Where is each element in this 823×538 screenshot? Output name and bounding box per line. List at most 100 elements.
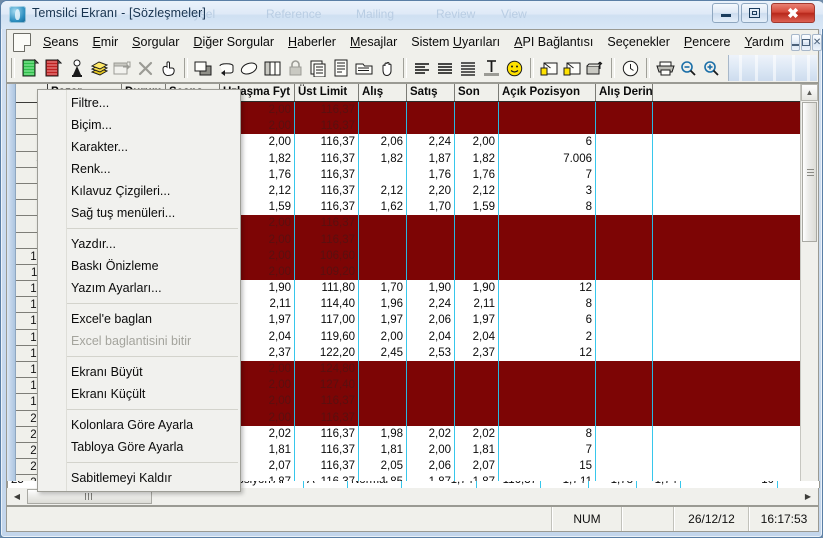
scroll-right-arrow-icon[interactable]: ▶ [800, 489, 816, 504]
cell-satis[interactable]: 2,06 [407, 312, 455, 329]
cell-acik[interactable]: 8 [499, 425, 596, 442]
cell-acik[interactable] [499, 102, 596, 119]
cell-son[interactable]: 1,76 [455, 166, 499, 183]
cell-derin[interactable] [596, 441, 653, 459]
cell-alis[interactable] [359, 215, 407, 232]
cell-satis[interactable]: 2,24 [407, 134, 455, 151]
menu-yardim[interactable]: Yardım [738, 32, 791, 52]
cell-alis[interactable] [359, 377, 407, 394]
cell-ust[interactable]: 111,80 [295, 280, 359, 297]
cell-alis[interactable]: 2,05 [359, 458, 407, 475]
cell-son[interactable]: 2,00 [455, 134, 499, 151]
cell-alis[interactable] [359, 118, 407, 135]
title-bar[interactable]: Aysel Reference Mailing Review View Tems… [1, 1, 823, 29]
cell-ust[interactable]: 116,37 [295, 166, 359, 183]
cell-ust[interactable]: 116,37 [295, 441, 359, 459]
cell-son[interactable] [455, 377, 499, 394]
cell-ust[interactable]: 119,60 [295, 328, 359, 345]
cell-satis[interactable]: 2,24 [407, 296, 455, 313]
cell-ust[interactable]: 122,20 [295, 344, 359, 361]
cell-ust[interactable]: 116,37 [295, 134, 359, 151]
zoom-in-icon[interactable] [700, 57, 723, 80]
cell-son[interactable]: 2,04 [455, 328, 499, 345]
cell-acik[interactable]: 8 [499, 296, 596, 313]
cell-alis[interactable]: 1,81 [359, 441, 407, 459]
cell-ust[interactable]: 116,37 [295, 199, 359, 216]
context-menu-item[interactable]: Filtre... [38, 92, 240, 114]
ellipse-icon[interactable] [238, 57, 261, 80]
cell-satis[interactable] [407, 215, 455, 232]
cell-alis[interactable]: 2,00 [359, 328, 407, 345]
cell-satis[interactable]: 1,90 [407, 280, 455, 297]
cell-alis[interactable] [359, 263, 407, 281]
cell-son[interactable]: 2,02 [455, 425, 499, 442]
cell-ust[interactable]: 116,37 [295, 118, 359, 135]
grab-hand-icon[interactable] [376, 57, 399, 80]
cell-derin[interactable] [596, 118, 653, 135]
grid-context-menu[interactable]: Filtre... Biçim... Karakter... Renk... Kılav… [37, 89, 241, 492]
scroll-up-arrow-icon[interactable]: ▲ [801, 84, 818, 101]
context-menu-item[interactable]: Karakter... [38, 136, 240, 158]
cell-acik[interactable]: 7.006 [499, 150, 596, 167]
cell-derin[interactable] [596, 166, 653, 183]
menu-haberler[interactable]: Haberler [281, 32, 343, 52]
cell-satis[interactable] [407, 247, 455, 264]
mdi-restore-button[interactable] [800, 33, 811, 51]
cell-acik[interactable]: 15 [499, 458, 596, 475]
scroll-left-arrow-icon[interactable]: ◀ [9, 489, 25, 504]
copy-icon[interactable] [307, 57, 330, 80]
cell-ust[interactable]: 106,60 [295, 247, 359, 264]
cell-satis[interactable]: 2,00 [407, 441, 455, 459]
cell-derin[interactable] [596, 215, 653, 232]
cell-satis[interactable]: 1,87 [407, 150, 455, 167]
cell-alis[interactable]: 2,12 [359, 182, 407, 200]
cell-ust[interactable]: 116,37 [295, 102, 359, 119]
context-menu-item[interactable]: Tabloya Göre Ayarla [38, 436, 240, 458]
align-left-icon[interactable] [411, 57, 434, 80]
cell-satis[interactable]: 1,70 [407, 199, 455, 216]
cell-derin[interactable] [596, 102, 653, 119]
context-menu-item[interactable]: Biçim... [38, 114, 240, 136]
cell-satis[interactable]: 2,53 [407, 344, 455, 361]
cell-derin[interactable] [596, 458, 653, 475]
mail-open-icon[interactable] [538, 57, 561, 80]
cell-ust[interactable]: 114,40 [295, 296, 359, 313]
cell-alis[interactable]: 2,06 [359, 134, 407, 151]
new-document-icon[interactable] [19, 57, 42, 80]
smiley-icon[interactable] [503, 57, 526, 80]
cell-acik[interactable] [499, 377, 596, 394]
cell-derin[interactable] [596, 280, 653, 297]
cell-alis[interactable]: 1,82 [359, 150, 407, 167]
cell-derin[interactable] [596, 344, 653, 361]
cell-derin[interactable] [596, 409, 653, 426]
cell-derin[interactable] [596, 328, 653, 345]
cell-son[interactable] [455, 393, 499, 410]
cell-derin[interactable] [596, 231, 653, 248]
document-icon[interactable] [13, 32, 31, 52]
cell-derin[interactable] [596, 150, 653, 167]
context-menu-item[interactable]: Sağ tuş menüleri... [38, 202, 240, 224]
context-menu-item[interactable]: Baskı Önizleme [38, 255, 240, 277]
cell-alis[interactable]: 1,62 [359, 199, 407, 216]
menu-diger-sorgular[interactable]: Diğer Sorgular [186, 32, 281, 52]
cell-son[interactable]: 1,97 [455, 312, 499, 329]
archive-icon[interactable] [584, 57, 607, 80]
pointing-hand-icon[interactable] [157, 57, 180, 80]
print-icon[interactable] [654, 57, 677, 80]
context-menu-item[interactable]: Renk... [38, 158, 240, 180]
cell-ust[interactable]: 116,37 [295, 215, 359, 232]
menu-seans[interactable]: Seans [36, 32, 85, 52]
cell-ust[interactable]: 116,37 [295, 425, 359, 442]
cell-derin[interactable] [596, 134, 653, 151]
cell-satis[interactable] [407, 393, 455, 410]
window-close-button[interactable]: ✖ [771, 3, 815, 23]
cell-acik[interactable]: 3 [499, 182, 596, 200]
cell-son[interactable]: 1,90 [455, 280, 499, 297]
cell-satis[interactable]: 1,76 [407, 166, 455, 183]
column-header-satis[interactable]: Satış [407, 84, 455, 101]
cell-son[interactable] [455, 409, 499, 426]
cell-acik[interactable]: 7 [499, 166, 596, 183]
cell-ust[interactable]: 127,40 [295, 377, 359, 394]
cell-son[interactable]: 2,07 [455, 458, 499, 475]
cell-son[interactable] [455, 263, 499, 281]
